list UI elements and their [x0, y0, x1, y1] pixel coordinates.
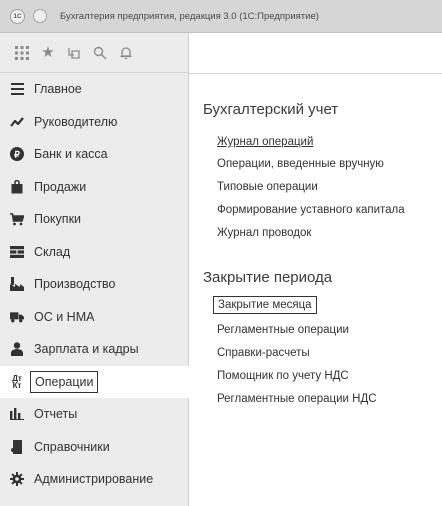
- link-routine-operations[interactable]: Регламентные операции: [217, 324, 349, 336]
- sidebar-item-label: Администрирование: [34, 472, 154, 487]
- truck-icon: [10, 310, 24, 324]
- sidebar-item-label: Зарплата и кадры: [34, 342, 139, 357]
- sidebar-item-label: Операции: [30, 370, 99, 393]
- sidebar-item-label: ОС и НМА: [34, 309, 95, 324]
- link-operations-journal[interactable]: Журнал операций: [217, 136, 313, 148]
- svg-text:₽: ₽: [14, 150, 20, 160]
- sidebar-item-salary[interactable]: Зарплата и кадры: [0, 333, 188, 366]
- warehouse-icon: [10, 245, 24, 259]
- star-icon[interactable]: ★: [35, 42, 61, 64]
- sidebar-item-admin[interactable]: Администрирование: [0, 463, 188, 496]
- link-vat-assistant[interactable]: Помощник по учету НДС: [217, 370, 349, 382]
- apps-grid-icon[interactable]: [9, 42, 35, 64]
- bell-icon[interactable]: [113, 42, 139, 64]
- sidebar-item-label: Покупки: [34, 212, 82, 227]
- section-menu: Главное Руководителю ₽ Банк и касса Прод…: [0, 73, 189, 496]
- section-title-accounting: Бухгалтерский учет: [203, 101, 339, 118]
- sidebar-item-label: Продажи: [34, 179, 87, 194]
- sidebar-item-bank[interactable]: ₽ Банк и касса: [0, 138, 188, 171]
- operations-icon: Дт Кт: [12, 373, 22, 390]
- sidebar-item-production[interactable]: Производство: [0, 268, 188, 301]
- sidebar-toolbar: ★: [0, 33, 188, 73]
- shopping-bag-icon: [10, 179, 24, 194]
- sidebar: ★ Главное Руководителю ₽ Банк и касса Пр…: [0, 33, 189, 506]
- window-control-button[interactable]: [33, 9, 47, 23]
- search-icon[interactable]: [87, 42, 113, 64]
- window-title: Бухгалтерия предприятия, редакция 3.0 (1…: [60, 10, 319, 22]
- hamburger-icon: [10, 82, 24, 96]
- book-icon: [10, 439, 24, 454]
- gear-icon: [10, 472, 24, 487]
- sidebar-item-purchases[interactable]: Покупки: [0, 203, 188, 236]
- person-icon: [10, 342, 24, 357]
- link-typical-operations[interactable]: Типовые операции: [217, 181, 318, 193]
- trend-icon: [10, 115, 24, 129]
- sidebar-item-sales[interactable]: Продажи: [0, 171, 188, 204]
- sidebar-item-main[interactable]: Главное: [0, 73, 188, 106]
- window-titlebar: 1С Бухгалтерия предприятия, редакция 3.0…: [0, 0, 442, 33]
- cart-icon: [10, 212, 24, 226]
- sidebar-item-label: Руководителю: [34, 114, 118, 129]
- sidebar-item-label: Справочники: [34, 439, 110, 454]
- sidebar-item-label: Банк и касса: [34, 147, 108, 162]
- divider: [189, 73, 442, 74]
- sidebar-item-label: Отчеты: [34, 407, 78, 422]
- app-logo: 1С: [10, 8, 25, 24]
- link-calculation-statements[interactable]: Справки-расчеты: [217, 347, 310, 359]
- link-vat-routine-operations[interactable]: Регламентные операции НДС: [217, 393, 377, 405]
- bank-icon: ₽: [10, 147, 24, 162]
- sidebar-item-catalogs[interactable]: Справочники: [0, 431, 188, 464]
- link-authorized-capital[interactable]: Формирование уставного капитала: [217, 204, 405, 216]
- history-icon[interactable]: [61, 42, 87, 64]
- sidebar-item-operations[interactable]: Дт Кт Операции: [0, 365, 189, 398]
- link-manual-operations[interactable]: Операции, введенные вручную: [217, 158, 384, 170]
- sidebar-item-reports[interactable]: Отчеты: [0, 398, 188, 431]
- bar-chart-icon: [10, 407, 24, 421]
- content-panel: Бухгалтерский учет Журнал операций Опера…: [189, 33, 442, 506]
- section-title-period-closing: Закрытие периода: [203, 269, 333, 286]
- sidebar-item-label: Склад: [34, 244, 71, 259]
- sidebar-item-label: Главное: [34, 82, 82, 97]
- link-month-closing[interactable]: Закрытие месяца: [213, 296, 317, 314]
- factory-icon: [10, 277, 24, 292]
- link-entries-journal[interactable]: Журнал проводок: [217, 227, 311, 239]
- sidebar-item-label: Производство: [34, 277, 116, 292]
- sidebar-item-assets[interactable]: ОС и НМА: [0, 301, 188, 334]
- sidebar-item-warehouse[interactable]: Склад: [0, 236, 188, 269]
- sidebar-item-manager[interactable]: Руководителю: [0, 106, 188, 139]
